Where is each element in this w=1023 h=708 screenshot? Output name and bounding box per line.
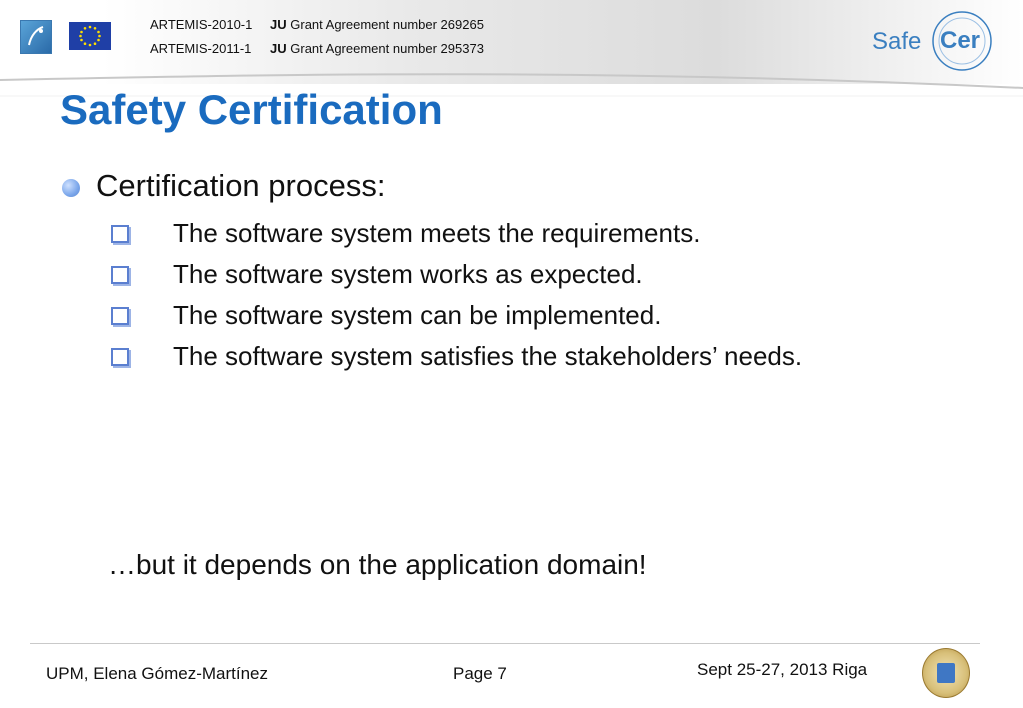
checkbox-bullet-icon [111, 266, 129, 284]
bullet-dot-icon [62, 179, 80, 197]
checkbox-bullet-icon [111, 307, 129, 325]
safecer-logo-safe-text: Safe [872, 28, 922, 55]
grant-program: ARTEMIS-2010-1 [150, 17, 253, 32]
slide-title: Safety Certification [60, 86, 443, 133]
grant-line-2: ARTEMIS-2011-1 JU Grant Agreement number … [150, 41, 484, 56]
grant-agreement: Grant Agreement number 295373 [290, 41, 484, 56]
artemis-logo-icon [20, 20, 52, 54]
seal-shield-icon [937, 663, 955, 683]
sub-bullet: The software system works as expected. [173, 259, 643, 289]
safecer-logo-cer-text: Cer [940, 27, 981, 54]
grant-ju: JU [270, 17, 287, 32]
footer-page-number: Page 7 [453, 664, 507, 683]
checkbox-bullet-icon [111, 225, 129, 243]
safecer-logo-icon: Safe Cer [870, 8, 995, 74]
grant-line-1: ARTEMIS-2010-1 JU Grant Agreement number … [150, 17, 484, 32]
university-seal-icon [922, 648, 970, 698]
checkbox-bullet-icon [111, 348, 129, 366]
footer-divider [30, 643, 980, 644]
grant-program: ARTEMIS-2011-1 [150, 41, 252, 56]
footer-author: UPM, Elena Gómez-Martínez [46, 664, 269, 683]
main-bullet: Certification process: [96, 168, 386, 203]
footer-event: Sept 25-27, 2013 Riga [697, 660, 868, 679]
grant-ju: JU [270, 41, 287, 56]
sub-bullet: The software system satisfies the stakeh… [173, 341, 803, 371]
domain-note: …but it depends on the application domai… [108, 549, 647, 580]
sub-bullet: The software system meets the requiremen… [173, 218, 701, 248]
eu-flag-icon [69, 22, 111, 50]
sub-bullet: The software system can be implemented. [173, 300, 662, 330]
grant-agreement: Grant Agreement number 269265 [290, 17, 484, 32]
